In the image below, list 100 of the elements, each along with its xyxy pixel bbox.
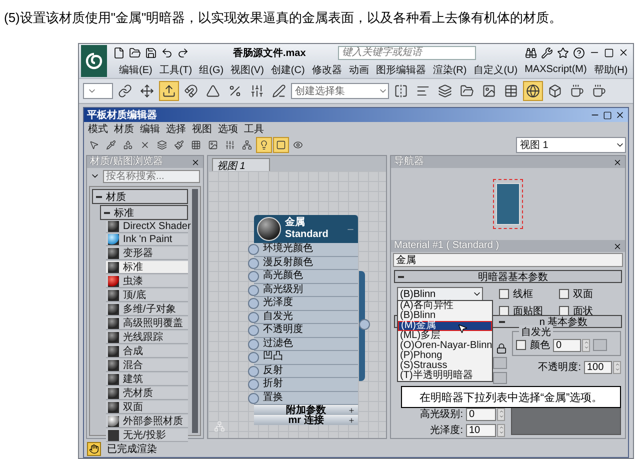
spinner-button[interactable] — [497, 408, 505, 420]
lightbulb-button[interactable] — [256, 136, 272, 152]
hand-button[interactable] — [87, 442, 101, 456]
color-swatch[interactable] — [493, 372, 507, 384]
checkbox-label[interactable]: 双面 — [559, 287, 619, 301]
socket-icon[interactable] — [248, 244, 259, 255]
select-button[interactable] — [159, 81, 179, 101]
menu-item[interactable]: MAXScript(M) — [522, 64, 589, 75]
selection-set-dropdown[interactable]: 创建选择集 — [291, 83, 389, 99]
dropdown-option[interactable]: (O)Oren-Nayar-Blinn — [398, 341, 492, 351]
shader-dropdown[interactable]: (B)Blinn — [397, 287, 483, 301]
menu-item[interactable]: 选项 — [216, 122, 240, 136]
value-field[interactable]: 0 — [466, 408, 496, 420]
socket-icon[interactable] — [248, 258, 259, 268]
material-list-item[interactable]: 外部参照材质 — [106, 415, 188, 428]
view-tab[interactable]: 视图 1 — [212, 158, 270, 171]
color-swatch[interactable] — [493, 357, 507, 369]
slot-label: 自发光 — [263, 312, 293, 322]
category-header[interactable]: 标准 — [100, 205, 188, 220]
dropdown-option[interactable]: (A)各向异性 — [398, 301, 492, 311]
dropdown-option[interactable]: (P)Phong — [398, 351, 492, 361]
dropdown-option[interactable]: (ML)多层 — [398, 331, 492, 341]
menu-item[interactable]: 视图 — [190, 122, 214, 136]
menu-item[interactable]: 工具 — [242, 122, 266, 136]
menu-item[interactable]: 图形编辑器 — [374, 62, 428, 76]
value-field[interactable]: 10 — [466, 424, 496, 436]
checkbox[interactable] — [499, 289, 509, 299]
dropdown-option[interactable]: (M)金属 — [398, 321, 492, 331]
material-list-item[interactable]: 标准 — [106, 261, 188, 274]
material-list-item[interactable]: 虫漆 — [106, 275, 188, 288]
color-swatch[interactable] — [593, 339, 607, 351]
socket-icon[interactable] — [359, 319, 370, 330]
material-list-item[interactable]: 多维/子对象 — [106, 303, 188, 316]
rollout-header[interactable]: 明暗器基本参数 — [394, 270, 622, 283]
menu-item[interactable]: 选择 — [164, 122, 188, 136]
material-list-item[interactable]: 顶/底 — [106, 289, 188, 302]
checkbox[interactable] — [516, 340, 526, 350]
material-swatch-icon — [108, 262, 119, 272]
material-list-item[interactable]: 合成 — [106, 345, 188, 358]
dropdown-option[interactable]: (S)Strauss — [398, 361, 492, 371]
globe-button[interactable] — [523, 81, 543, 101]
menu-item[interactable]: 模式 — [86, 122, 110, 136]
search-field[interactable]: 按名称搜索... — [103, 170, 200, 182]
menu-item[interactable]: 动画 — [346, 62, 371, 76]
socket-icon[interactable] — [248, 312, 259, 322]
menu-item[interactable]: 组(G) — [197, 62, 226, 76]
socket-icon[interactable] — [248, 379, 259, 390]
app-logo[interactable] — [81, 45, 107, 77]
socket-icon[interactable] — [248, 366, 259, 376]
checkbox[interactable] — [559, 306, 569, 316]
menu-item[interactable]: 工具(T) — [157, 62, 194, 76]
material-list-item[interactable]: 无光/投影 — [106, 429, 188, 442]
socket-icon[interactable] — [248, 325, 259, 336]
menu-item[interactable]: 创建(C) — [268, 62, 307, 76]
checkbox[interactable] — [499, 306, 509, 316]
select-icon — [162, 84, 176, 98]
menu-item[interactable]: 自定义(U) — [472, 62, 520, 76]
material-list-item[interactable]: 光线跟踪 — [106, 331, 188, 344]
material-list-item[interactable]: 高级照明覆盖 — [106, 317, 188, 330]
material-list-item[interactable]: Ink 'n Paint — [106, 234, 188, 246]
socket-icon[interactable] — [248, 392, 259, 404]
socket-icon[interactable] — [248, 298, 259, 309]
align-icon — [416, 84, 430, 98]
view-dropdown[interactable]: 视图 1 — [516, 136, 626, 152]
wrench-icon — [541, 46, 553, 58]
socket-icon[interactable] — [248, 271, 259, 282]
material-list-item[interactable]: 双面 — [106, 401, 188, 414]
menu-item[interactable]: 帮助(H) — [592, 62, 630, 76]
dropdown-option[interactable]: (T)半透明明暗器 — [398, 371, 492, 381]
material-list-item[interactable]: 混合 — [106, 359, 188, 372]
checkbox[interactable] — [559, 289, 569, 299]
material-name-field[interactable]: 金属 — [393, 253, 623, 267]
value-field[interactable]: 0 — [553, 338, 581, 352]
material-list-item[interactable]: 建筑 — [106, 373, 188, 386]
search-field[interactable]: 键入关键字或短语 — [338, 46, 476, 60]
menu-item[interactable]: 编辑(E) — [117, 62, 154, 76]
material-list-item[interactable]: 壳材质 — [106, 387, 188, 400]
material-swatch-icon — [108, 318, 119, 328]
scrollbar[interactable] — [192, 189, 198, 433]
viewport-frame[interactable] — [493, 179, 523, 229]
checkbox-label[interactable]: 面贴图 — [499, 304, 559, 318]
socket-icon[interactable] — [248, 352, 259, 363]
menu-item[interactable]: 视图(V) — [228, 62, 266, 76]
material-node[interactable]: 金属 Standard 环境光颜色 漫反射颜色 高光颜色 高光级别 光泽度 自发光 不透明度 过滤色 凹凸 反射 折射 置换 附加参数 mr 连接 — [248, 215, 372, 425]
checkbox-label[interactable]: 线框 — [499, 287, 559, 301]
menu-item[interactable]: 材质 — [112, 122, 136, 136]
square-button[interactable] — [273, 136, 289, 152]
menu-item[interactable]: 渲染(R) — [430, 62, 469, 76]
socket-icon[interactable] — [248, 284, 259, 296]
menu-item[interactable]: 修改器 — [310, 62, 344, 76]
move-icon — [140, 84, 154, 98]
value-field[interactable]: 100 — [584, 360, 612, 374]
socket-icon[interactable] — [248, 338, 259, 350]
node-rollout-button[interactable]: 附加参数 — [254, 405, 358, 415]
checkbox-label[interactable]: 面状 — [559, 304, 619, 318]
checkbox-label[interactable]: 颜色 — [516, 338, 550, 352]
menu-item[interactable]: 编辑 — [138, 122, 162, 136]
material-list-item[interactable]: 变形器 — [106, 247, 188, 260]
category-header[interactable]: 材质 — [92, 189, 188, 204]
node-rollout-button[interactable]: mr 连接 — [254, 415, 358, 425]
